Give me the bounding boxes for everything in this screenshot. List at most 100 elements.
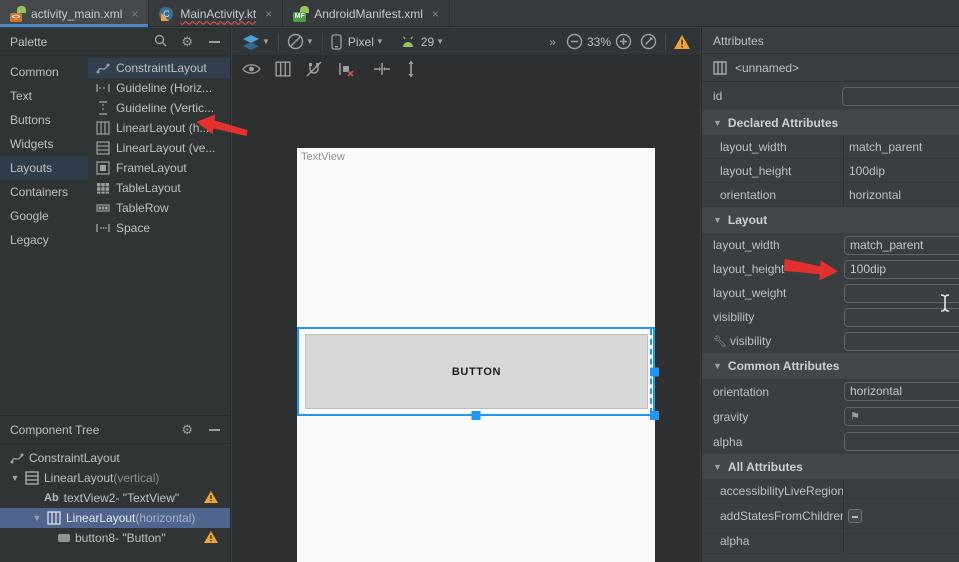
category-layouts[interactable]: Layouts xyxy=(0,156,88,180)
alpha-input[interactable] xyxy=(844,432,959,451)
red-arrow-layout-height xyxy=(780,258,840,284)
tablerow-icon xyxy=(96,201,110,215)
pan-vertical-button[interactable] xyxy=(405,60,417,81)
resize-handle-bottom[interactable] xyxy=(472,411,481,420)
attr-row: 🔧︎visibility xyxy=(702,329,959,353)
clear-constraints-button[interactable] xyxy=(337,61,355,80)
toolbar-overflow[interactable]: » xyxy=(549,35,556,49)
palette-item-linearlayout-vertical[interactable]: LinearLayout (ve... xyxy=(88,138,230,158)
orientation-button[interactable]: ▼ xyxy=(287,33,314,50)
expand-collapse-icon[interactable]: ▼ xyxy=(32,513,42,523)
attr-value[interactable]: match_parent xyxy=(844,140,922,154)
tree-row-linearlayout-horizontal[interactable]: ▼ LinearLayout(horizontal) xyxy=(0,508,230,528)
resize-handle-right[interactable] xyxy=(650,367,659,376)
text-cursor xyxy=(939,293,951,316)
orientation-input[interactable]: horizontal xyxy=(844,382,959,401)
category-widgets[interactable]: Widgets xyxy=(0,132,88,156)
tab-mainactivity-kt[interactable]: C MainActivity.kt × xyxy=(149,0,283,27)
red-arrow-palette xyxy=(194,110,250,138)
category-text[interactable]: Text xyxy=(0,84,88,108)
attr-row: accessibilityLiveRegion xyxy=(702,479,959,504)
category-legacy[interactable]: Legacy xyxy=(0,228,88,252)
api-selector[interactable]: 29 ▼ xyxy=(400,35,444,49)
android-icon xyxy=(400,36,416,48)
clear-constraints-icon xyxy=(337,61,355,77)
section-layout[interactable]: ▼ Layout xyxy=(702,207,959,233)
close-tab-icon[interactable]: × xyxy=(265,7,272,21)
constraintlayout-icon xyxy=(96,61,110,75)
component-tree-panel: Component Tree ⚙ ConstraintLayout ▼ Line… xyxy=(0,415,231,562)
category-buttons[interactable]: Buttons xyxy=(0,108,88,132)
id-input[interactable] xyxy=(842,87,959,106)
palette-item-guideline-horizontal[interactable]: Guideline (Horiz... xyxy=(88,78,230,98)
device-screen[interactable]: TextView BUTTON xyxy=(297,148,655,562)
canvas-textview[interactable]: TextView xyxy=(301,151,345,163)
tab-androidmanifest-xml[interactable]: MF AndroidManifest.xml × xyxy=(283,0,450,27)
resize-handle-bottom-right[interactable] xyxy=(650,411,659,420)
linearlayout-vertical-icon xyxy=(25,471,39,485)
tab-activity-main-xml[interactable]: <> activity_main.xml × xyxy=(0,0,149,27)
palette-item-space[interactable]: Space xyxy=(88,218,230,238)
device-selector[interactable]: Pixel ▼ xyxy=(331,34,384,50)
design-mode-button[interactable]: ▼ xyxy=(242,34,270,50)
tab-label: AndroidManifest.xml xyxy=(314,7,423,21)
default-margins-button[interactable] xyxy=(373,62,391,79)
palette-item-constraintlayout[interactable]: ConstraintLayout xyxy=(88,58,230,78)
warning-icon xyxy=(204,531,218,546)
search-icon[interactable] xyxy=(154,34,167,50)
palette-item-tablelayout[interactable]: TableLayout xyxy=(88,178,230,198)
view-options-button[interactable] xyxy=(242,63,261,78)
selected-component-row: <unnamed> xyxy=(702,54,959,82)
orientation-variant-button[interactable] xyxy=(275,61,291,80)
gear-icon[interactable]: ⚙ xyxy=(181,34,193,50)
tree-row-textview2[interactable]: Ab textView2- "TextView" xyxy=(0,488,230,508)
close-tab-icon[interactable]: × xyxy=(432,7,439,21)
tree-row-constraintlayout[interactable]: ConstraintLayout xyxy=(0,448,230,468)
autoconnect-off-button[interactable] xyxy=(305,60,323,81)
checkbox-indeterminate[interactable] xyxy=(848,509,862,523)
vertical-arrows-icon xyxy=(405,60,417,78)
attr-value[interactable]: horizontal xyxy=(844,188,901,202)
tree-row-linearlayout-vertical[interactable]: ▼ LinearLayout(vertical) xyxy=(0,468,230,488)
zoom-out-icon xyxy=(566,33,583,50)
expand-collapse-icon[interactable]: ▼ xyxy=(10,473,20,483)
collapse-icon: ▼ xyxy=(713,118,722,128)
attr-label: id xyxy=(702,89,842,103)
tab-label: activity_main.xml xyxy=(31,7,122,21)
horizontal-align-icon xyxy=(373,62,391,76)
zoom-in-button[interactable] xyxy=(615,33,632,50)
category-google[interactable]: Google xyxy=(0,204,88,228)
palette-item-tablerow[interactable]: TableRow xyxy=(88,198,230,218)
linearlayout-vertical-icon xyxy=(96,141,110,155)
device-label: Pixel xyxy=(348,35,374,49)
layout-height-input[interactable]: 100dip xyxy=(844,260,959,279)
canvas-button[interactable]: BUTTON xyxy=(305,334,648,409)
zoom-to-fit-button[interactable] xyxy=(640,33,657,50)
attr-row: gravity ⚑ xyxy=(702,404,959,429)
palette-item-framelayout[interactable]: FrameLayout xyxy=(88,158,230,178)
attr-value[interactable]: 100dip xyxy=(844,164,885,178)
close-tab-icon[interactable]: × xyxy=(131,7,138,21)
section-all-attributes[interactable]: ▼ All Attributes xyxy=(702,454,959,479)
attr-row: addStatesFromChildren xyxy=(702,504,959,529)
category-common[interactable]: Common xyxy=(0,60,88,84)
section-declared-attributes[interactable]: ▼ Declared Attributes xyxy=(702,110,959,135)
flag-icon[interactable]: ⚑ xyxy=(850,411,860,423)
layout-width-input[interactable]: match_parent xyxy=(844,236,959,255)
category-containers[interactable]: Containers xyxy=(0,180,88,204)
hide-panel-icon[interactable] xyxy=(209,429,220,431)
hide-panel-icon[interactable] xyxy=(209,41,220,43)
zoom-out-button[interactable] xyxy=(566,33,583,50)
selected-linearlayout[interactable]: BUTTON xyxy=(297,327,655,416)
tools-visibility-input[interactable] xyxy=(844,332,959,351)
component-name: <unnamed> xyxy=(735,61,799,75)
warning-icon xyxy=(204,491,218,506)
attr-row: orientation horizontal xyxy=(702,183,959,207)
gear-icon[interactable]: ⚙ xyxy=(181,422,193,438)
layout-xml-file-icon: <> xyxy=(10,6,26,22)
gravity-input[interactable]: ⚑ xyxy=(844,407,959,426)
tree-row-button8[interactable]: button8- "Button" xyxy=(0,528,230,548)
wrench-icon: 🔧︎ xyxy=(713,336,727,348)
warnings-button[interactable] xyxy=(674,35,690,49)
section-common-attributes[interactable]: ▼ Common Attributes xyxy=(702,353,959,379)
